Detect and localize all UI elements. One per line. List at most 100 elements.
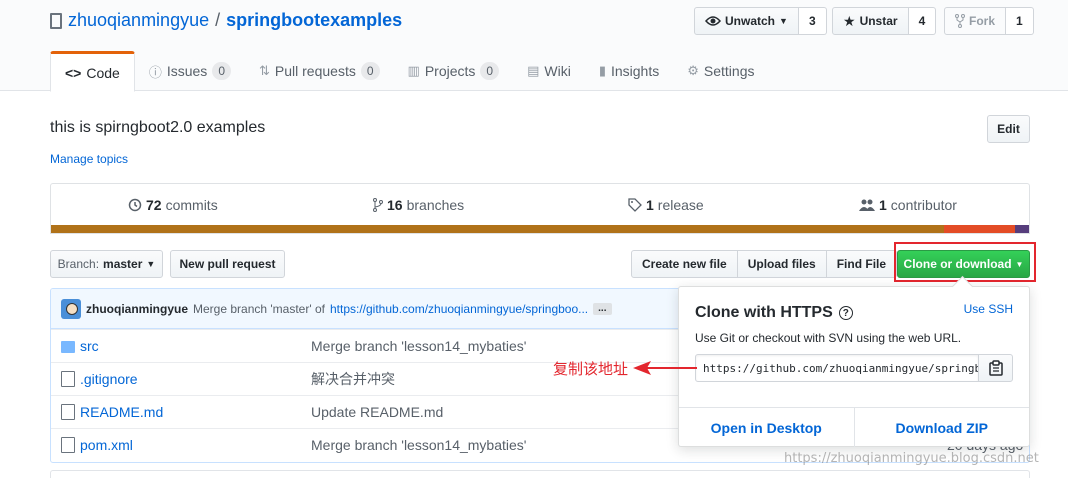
issues-counter: 0 bbox=[212, 62, 231, 80]
repo-owner-link[interactable]: zhuoqianmingyue bbox=[68, 10, 209, 31]
code-icon: <> bbox=[65, 64, 82, 81]
clone-popup-footer: Open in Desktop Download ZIP bbox=[679, 407, 1029, 447]
new-pull-request-button[interactable]: New pull request bbox=[170, 250, 285, 278]
tag-icon bbox=[628, 198, 642, 212]
readme-box-edge bbox=[50, 470, 1030, 478]
clone-or-download-button[interactable]: Clone or download ▼ bbox=[897, 250, 1030, 278]
branches-link[interactable]: 16 branches bbox=[373, 197, 464, 213]
tab-issues[interactable]: ⓘ Issues 0 bbox=[135, 51, 245, 91]
caret-down-icon: ▼ bbox=[779, 16, 788, 26]
commit-expand-button[interactable]: ... bbox=[593, 302, 612, 315]
clone-popup-title: Clone with HTTPS ? bbox=[695, 304, 853, 322]
commit-message[interactable]: Merge branch 'master' of bbox=[193, 302, 325, 316]
commit-link[interactable]: https://github.com/zhuoqianmingyue/sprin… bbox=[330, 302, 588, 316]
pull-requests-counter: 0 bbox=[360, 62, 380, 80]
file-name[interactable]: .gitignore bbox=[80, 371, 138, 387]
watermark: https://zhuoqianmingyue.blog.csdn.net bbox=[784, 451, 1039, 466]
tab-projects-label: Projects bbox=[424, 63, 476, 79]
repo-description: this is spirngboot2.0 examples bbox=[50, 119, 266, 136]
file-commit-message[interactable]: 解决合并冲突 bbox=[311, 369, 395, 389]
tab-projects[interactable]: ▥ Projects 0 bbox=[394, 51, 514, 91]
book-icon: ▤ bbox=[527, 63, 540, 78]
contributors-count: 1 bbox=[879, 197, 887, 213]
file-icon bbox=[61, 371, 75, 387]
fork-button[interactable]: Fork bbox=[944, 7, 1007, 35]
repo-nav-tabs: <> Code ⓘ Issues 0 ⇅ Pull requests 0 ▥ P… bbox=[50, 51, 768, 92]
repo-name-link[interactable]: springbootexamples bbox=[226, 10, 402, 31]
language-segment[interactable] bbox=[1015, 225, 1029, 233]
pull-request-icon: ⇅ bbox=[259, 63, 270, 78]
repo-separator: / bbox=[215, 10, 221, 30]
eye-icon bbox=[705, 16, 721, 26]
gear-icon: ⚙ bbox=[687, 63, 699, 78]
tab-pull-requests[interactable]: ⇅ Pull requests 0 bbox=[245, 51, 394, 91]
language-segment[interactable] bbox=[51, 225, 944, 233]
clone-url-input[interactable]: https://github.com/zhuoqianmingyue/sprin… bbox=[695, 354, 979, 382]
manage-topics-link[interactable]: Manage topics bbox=[50, 152, 128, 166]
file-name[interactable]: README.md bbox=[80, 404, 163, 420]
clone-title-text: Clone with HTTPS bbox=[695, 304, 833, 321]
forks-count[interactable]: 1 bbox=[1006, 7, 1034, 35]
clipboard-icon bbox=[988, 360, 1003, 376]
copy-url-button[interactable] bbox=[978, 354, 1013, 382]
caret-down-icon: ▼ bbox=[146, 259, 156, 269]
file-name[interactable]: pom.xml bbox=[80, 437, 133, 453]
file-commit-message[interactable]: Update README.md bbox=[311, 404, 443, 420]
tab-code-label: Code bbox=[86, 64, 120, 81]
repo-summary: 72 commits 16 branches 1 release 1 contr… bbox=[50, 183, 1030, 234]
commits-link[interactable]: 72 commits bbox=[128, 197, 218, 213]
question-icon[interactable]: ? bbox=[838, 306, 853, 320]
branch-select[interactable]: Branch: master ▼ bbox=[50, 250, 163, 278]
tab-code[interactable]: <> Code bbox=[50, 51, 135, 92]
branch-name: master bbox=[103, 257, 143, 271]
branch-icon bbox=[373, 198, 383, 212]
file-commit-message[interactable]: Merge branch 'lesson14_mybaties' bbox=[311, 437, 526, 453]
tab-insights-label: Insights bbox=[610, 63, 660, 79]
contributors-label: contributor bbox=[890, 197, 957, 213]
file-icon bbox=[61, 404, 75, 420]
language-bar[interactable] bbox=[51, 225, 1029, 233]
annotation-label: 复制该地址 bbox=[553, 360, 629, 378]
find-file-button[interactable]: Find File bbox=[825, 250, 898, 278]
create-new-file-button[interactable]: Create new file bbox=[631, 250, 738, 278]
annotation-arrow-icon bbox=[633, 361, 697, 375]
projects-counter: 0 bbox=[480, 62, 500, 80]
file-icon bbox=[61, 437, 75, 453]
open-in-desktop-button[interactable]: Open in Desktop bbox=[679, 408, 855, 447]
unwatch-button[interactable]: Unwatch ▼ bbox=[694, 7, 799, 35]
tab-settings[interactable]: ⚙ Settings bbox=[673, 51, 768, 91]
fork-label: Fork bbox=[969, 14, 996, 28]
commits-label: commits bbox=[165, 197, 218, 213]
clone-label: Clone or download bbox=[903, 257, 1012, 271]
fork-icon bbox=[955, 14, 965, 28]
contributors-link[interactable]: 1 contributor bbox=[859, 197, 957, 213]
unstar-label: Unstar bbox=[859, 14, 898, 28]
tab-insights[interactable]: ▮ Insights bbox=[585, 51, 673, 91]
branches-label: branches bbox=[406, 197, 465, 213]
tab-pull-requests-label: Pull requests bbox=[274, 63, 356, 79]
fork-group: Fork 1 bbox=[944, 7, 1034, 35]
star-icon: ★ bbox=[843, 12, 856, 29]
caret-down-icon: ▼ bbox=[1015, 259, 1024, 269]
tab-settings-label: Settings bbox=[703, 63, 755, 79]
avatar[interactable] bbox=[61, 298, 81, 319]
commit-author[interactable]: zhuoqianmingyue bbox=[86, 302, 188, 316]
clone-popup: Clone with HTTPS ? Use SSH Use Git or ch… bbox=[678, 286, 1030, 447]
language-segment[interactable] bbox=[943, 225, 1016, 233]
download-zip-button[interactable]: Download ZIP bbox=[855, 408, 1030, 447]
stargazers-count[interactable]: 4 bbox=[908, 7, 937, 35]
clone-popup-subtitle: Use Git or checkout with SVN using the w… bbox=[695, 331, 962, 345]
history-icon bbox=[128, 198, 142, 212]
tab-wiki[interactable]: ▤ Wiki bbox=[513, 51, 585, 91]
use-ssh-link[interactable]: Use SSH bbox=[964, 302, 1013, 316]
releases-link[interactable]: 1 release bbox=[628, 197, 704, 213]
tab-wiki-label: Wiki bbox=[544, 63, 571, 79]
file-name[interactable]: src bbox=[80, 338, 99, 354]
graph-icon: ▮ bbox=[598, 63, 606, 78]
unstar-button[interactable]: ★ Unstar bbox=[832, 7, 909, 35]
edit-description-button[interactable]: Edit bbox=[987, 115, 1030, 143]
watchers-count[interactable]: 3 bbox=[798, 7, 827, 35]
repo-icon bbox=[50, 12, 62, 29]
upload-files-button[interactable]: Upload files bbox=[736, 250, 827, 278]
file-commit-message[interactable]: Merge branch 'lesson14_mybaties' bbox=[311, 338, 526, 354]
